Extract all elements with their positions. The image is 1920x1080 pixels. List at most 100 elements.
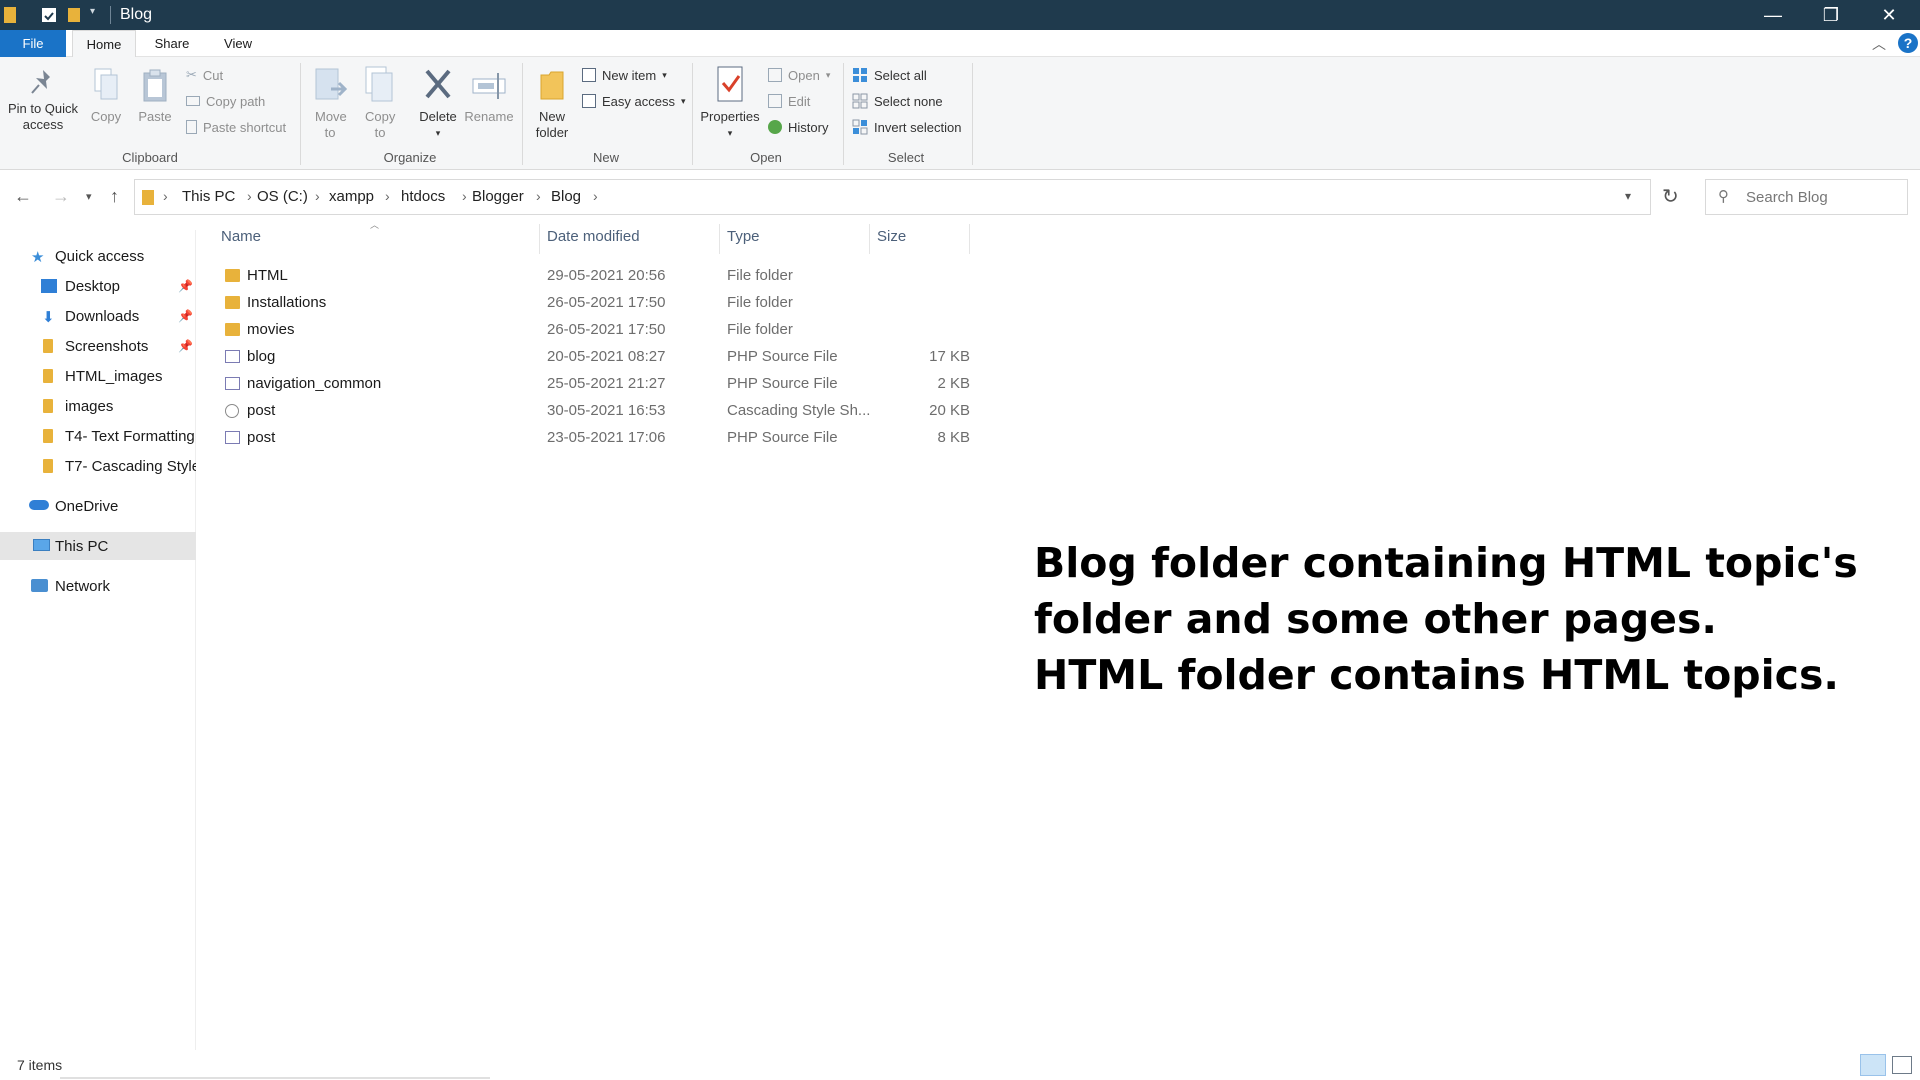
clipboard-group-label: Clipboard bbox=[122, 150, 178, 165]
tab-file[interactable]: File bbox=[0, 30, 66, 57]
file-row[interactable]: movies 26-05-2021 17:50 File folder bbox=[210, 317, 970, 344]
close-button[interactable]: ✕ bbox=[1860, 0, 1918, 30]
copy-icon bbox=[94, 68, 118, 100]
file-name: movies bbox=[247, 321, 295, 338]
copy-to-button[interactable]: Copy to bbox=[360, 65, 400, 141]
pin-to-quick-access-button[interactable]: Pin to Quick access bbox=[4, 67, 82, 133]
copy-path-button[interactable]: Copy path bbox=[186, 91, 265, 111]
pin-icon[interactable]: 📌 bbox=[178, 339, 193, 353]
properties-label: Properties bbox=[700, 109, 760, 124]
pin-icon[interactable]: 📌 bbox=[178, 279, 193, 293]
refresh-icon[interactable]: ↻ bbox=[1662, 184, 1679, 209]
breadcrumb-blog[interactable]: Blog bbox=[551, 188, 581, 205]
scissors-icon: ✂ bbox=[186, 67, 197, 82]
new-item-button[interactable]: New item ▾ bbox=[582, 65, 667, 85]
folder-icon bbox=[43, 369, 53, 383]
easy-access-button[interactable]: Easy access ▾ bbox=[582, 91, 686, 111]
sort-ascending-icon: ︿ bbox=[370, 220, 380, 230]
edit-label: Edit bbox=[788, 93, 811, 109]
pin-icon[interactable]: 📌 bbox=[178, 309, 193, 323]
group-separator bbox=[692, 63, 693, 165]
collapse-ribbon-icon[interactable]: ︿ bbox=[1872, 34, 1886, 54]
breadcrumb-blogger[interactable]: Blogger bbox=[472, 188, 524, 205]
breadcrumb-this-pc[interactable]: This PC bbox=[182, 188, 235, 205]
history-button[interactable]: History bbox=[768, 117, 828, 137]
file-type: Cascading Style Sh... bbox=[727, 402, 871, 419]
address-dropdown-icon[interactable]: ▾ bbox=[1625, 189, 1631, 203]
search-input[interactable]: ⚲ Search Blog bbox=[1705, 179, 1908, 215]
column-separator[interactable] bbox=[869, 224, 870, 254]
nav-item-screenshots[interactable]: Screenshots 📌 bbox=[0, 332, 196, 360]
nav-item-t7-cascading-style[interactable]: T7- Cascading Style bbox=[0, 452, 196, 480]
file-row[interactable]: post 23-05-2021 17:06 PHP Source File 8 … bbox=[210, 425, 970, 452]
nav-network[interactable]: Network bbox=[0, 572, 196, 600]
large-icons-view-icon[interactable] bbox=[1892, 1056, 1912, 1074]
select-none-button[interactable]: Select none bbox=[852, 91, 943, 111]
breadcrumb-os-c[interactable]: OS (C:) bbox=[257, 188, 308, 205]
select-all-button[interactable]: Select all bbox=[852, 65, 927, 85]
breadcrumb-xampp[interactable]: xampp bbox=[329, 188, 374, 205]
nav-quick-access[interactable]: ★ Quick access bbox=[0, 242, 196, 270]
back-icon[interactable]: ← bbox=[14, 186, 32, 207]
nav-item-downloads[interactable]: ⬇ Downloads 📌 bbox=[0, 302, 196, 330]
nav-this-pc[interactable]: This PC bbox=[0, 532, 196, 560]
nav-label: Desktop bbox=[65, 277, 121, 295]
delete-button[interactable]: Delete ▾ bbox=[414, 65, 462, 141]
paste-shortcut-button[interactable]: Paste shortcut bbox=[186, 117, 286, 137]
nav-item-html-images[interactable]: HTML_images bbox=[0, 362, 196, 390]
help-icon[interactable]: ? bbox=[1898, 33, 1918, 53]
new-folder-quick-icon[interactable] bbox=[68, 8, 80, 22]
open-button[interactable]: Open ▾ bbox=[768, 65, 830, 85]
file-row[interactable]: post 30-05-2021 16:53 Cascading Style Sh… bbox=[210, 398, 970, 425]
cut-button[interactable]: ✂ Cut bbox=[186, 65, 223, 85]
tab-home[interactable]: Home bbox=[72, 30, 136, 58]
details-view-icon[interactable] bbox=[1860, 1054, 1886, 1076]
up-icon[interactable]: ↑ bbox=[110, 186, 119, 207]
paste-button[interactable]: Paste bbox=[134, 67, 176, 125]
maximize-button[interactable]: ❐ bbox=[1802, 0, 1860, 30]
column-header-name[interactable]: Name bbox=[221, 228, 261, 245]
nav-item-images[interactable]: images bbox=[0, 392, 196, 420]
copy-path-icon bbox=[186, 96, 200, 106]
new-group-label: New bbox=[592, 150, 619, 165]
column-separator[interactable] bbox=[969, 224, 970, 254]
rename-button[interactable]: Rename bbox=[464, 65, 514, 125]
column-separator[interactable] bbox=[539, 224, 540, 254]
copy-button[interactable]: Copy bbox=[86, 67, 126, 125]
column-header-date[interactable]: Date modified bbox=[547, 228, 640, 245]
delete-label: Delete bbox=[419, 109, 457, 124]
file-date: 26-05-2021 17:50 bbox=[547, 294, 666, 311]
new-folder-button[interactable]: New folder bbox=[530, 65, 574, 141]
tab-view[interactable]: View bbox=[210, 30, 266, 57]
recent-locations-icon[interactable]: ▾ bbox=[86, 190, 92, 203]
properties-dropdown-icon[interactable]: ▾ bbox=[696, 125, 764, 141]
minimize-button[interactable]: — bbox=[1744, 0, 1802, 30]
file-row[interactable]: HTML 29-05-2021 20:56 File folder bbox=[210, 263, 970, 290]
file-row[interactable]: navigation_common 25-05-2021 21:27 PHP S… bbox=[210, 371, 970, 398]
column-separator[interactable] bbox=[719, 224, 720, 254]
file-row[interactable]: blog 20-05-2021 08:27 PHP Source File 17… bbox=[210, 344, 970, 371]
nav-onedrive[interactable]: OneDrive bbox=[0, 492, 196, 520]
forward-icon[interactable]: → bbox=[52, 186, 70, 207]
tab-share[interactable]: Share bbox=[146, 30, 198, 57]
address-bar[interactable]: › This PC › OS (C:) › xampp › htdocs › B… bbox=[134, 179, 1651, 215]
file-date: 30-05-2021 16:53 bbox=[547, 402, 666, 419]
move-to-button[interactable]: Move to bbox=[310, 65, 350, 141]
invert-selection-button[interactable]: Invert selection bbox=[852, 117, 961, 137]
breadcrumb-htdocs[interactable]: htdocs bbox=[401, 188, 445, 205]
properties-button[interactable]: Properties ▾ bbox=[696, 65, 764, 141]
column-header-size[interactable]: Size bbox=[877, 228, 906, 245]
nav-label: Downloads bbox=[65, 307, 140, 325]
rename-icon bbox=[472, 73, 506, 99]
customize-quick-access-icon[interactable]: ▾ bbox=[90, 6, 95, 24]
file-size: 8 KB bbox=[937, 429, 970, 446]
maximize-icon: ❐ bbox=[1822, 4, 1840, 25]
edit-button[interactable]: Edit bbox=[768, 91, 810, 111]
delete-dropdown-icon[interactable]: ▾ bbox=[414, 125, 462, 141]
properties-quick-icon[interactable] bbox=[42, 8, 56, 22]
nav-item-t4-text-formatting[interactable]: T4- Text Formatting bbox=[0, 422, 196, 450]
nav-item-desktop[interactable]: Desktop 📌 bbox=[0, 272, 196, 300]
horizontal-scrollbar[interactable] bbox=[60, 1077, 490, 1079]
file-row[interactable]: Installations 26-05-2021 17:50 File fold… bbox=[210, 290, 970, 317]
column-header-type[interactable]: Type bbox=[727, 228, 760, 245]
